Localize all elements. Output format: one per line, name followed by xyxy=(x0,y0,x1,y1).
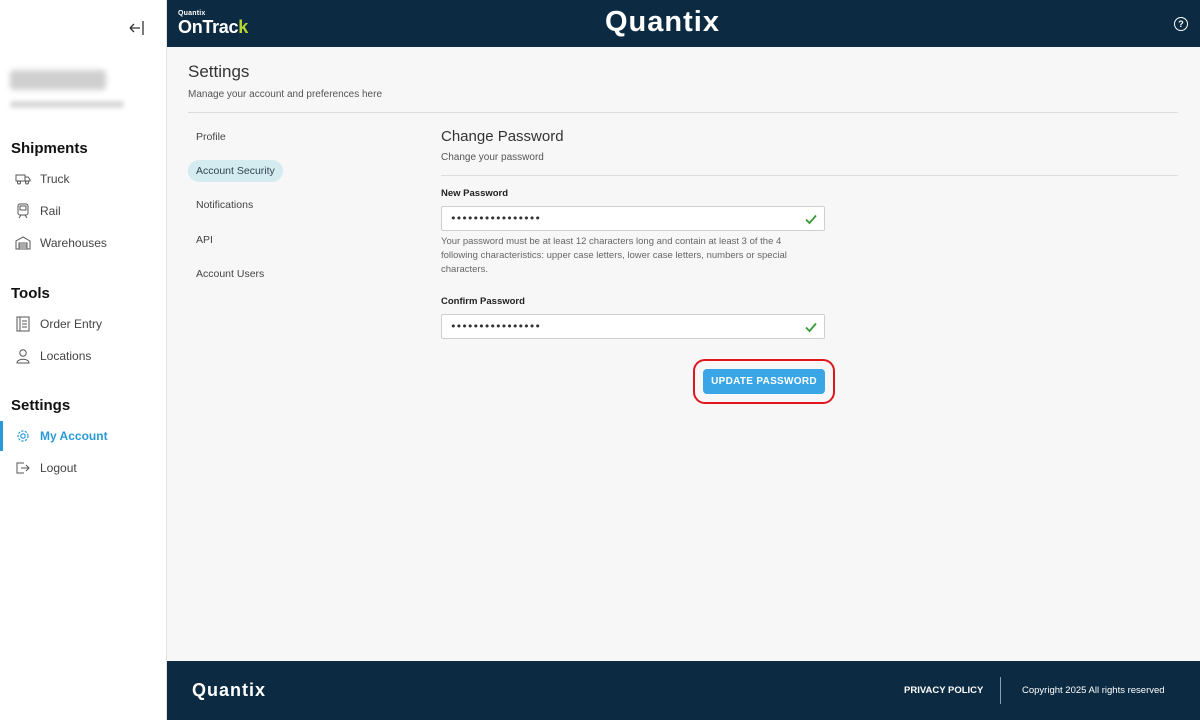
footer: Quantix PRIVACY POLICY Copyright 2025 Al… xyxy=(167,661,1200,720)
sidebar-item-label: Logout xyxy=(40,461,77,475)
sidebar-item-label: Order Entry xyxy=(40,317,103,331)
gear-icon xyxy=(15,428,31,444)
update-password-button[interactable]: UPDATE PASSWORD xyxy=(703,369,825,394)
tab-profile[interactable]: Profile xyxy=(188,126,234,148)
page-title: Settings xyxy=(188,62,250,81)
divider xyxy=(1000,677,1001,704)
logo-ontrack-accent: k xyxy=(238,17,248,37)
top-header: Quantix OnTrack Quantix ? xyxy=(167,0,1200,47)
tab-account-security[interactable]: Account Security xyxy=(188,160,283,182)
new-password-field xyxy=(441,206,825,231)
logout-icon xyxy=(15,460,31,476)
user-name-blurred xyxy=(10,70,106,90)
sidebar: Shipments Truck Rail Warehouses Tools Or… xyxy=(0,0,167,720)
check-icon xyxy=(804,320,818,334)
user-email-blurred xyxy=(10,101,124,108)
confirm-password-label: Confirm Password xyxy=(441,296,525,307)
footer-logo: Quantix xyxy=(192,680,267,700)
change-password-subtitle: Change your password xyxy=(441,152,544,163)
section-title-shipments: Shipments xyxy=(11,140,88,157)
help-icon[interactable]: ? xyxy=(1174,17,1188,31)
sidebar-item-warehouses[interactable]: Warehouses xyxy=(0,228,166,258)
order-icon xyxy=(15,316,31,332)
new-password-input[interactable] xyxy=(442,207,792,230)
logo-quantix-small: Quantix xyxy=(178,10,206,17)
collapse-sidebar-icon[interactable] xyxy=(128,18,146,38)
tab-account-users[interactable]: Account Users xyxy=(188,263,272,285)
divider xyxy=(188,112,1178,113)
logo-ontrack-text: OnTrac xyxy=(178,17,239,37)
train-icon xyxy=(15,203,31,219)
check-icon xyxy=(804,212,818,226)
sidebar-item-my-account[interactable]: My Account xyxy=(0,421,166,451)
privacy-policy-link[interactable]: PRIVACY POLICY xyxy=(904,685,983,696)
quantix-logo: Quantix xyxy=(605,6,720,38)
page-subtitle: Manage your account and preferences here xyxy=(188,89,383,100)
sidebar-item-order-entry[interactable]: Order Entry xyxy=(0,309,166,339)
person-icon xyxy=(15,348,31,364)
ontrack-logo[interactable]: Quantix OnTrack xyxy=(178,10,248,38)
sidebar-item-locations[interactable]: Locations xyxy=(0,341,166,371)
section-title-settings: Settings xyxy=(11,397,71,414)
divider xyxy=(441,175,1178,176)
new-password-label: New Password xyxy=(441,188,509,199)
tab-api[interactable]: API xyxy=(188,229,221,251)
sidebar-item-label: Rail xyxy=(40,204,61,218)
confirm-password-input[interactable] xyxy=(442,315,792,338)
sidebar-item-label: Truck xyxy=(40,172,70,186)
section-title-tools: Tools xyxy=(11,285,50,302)
sidebar-item-truck[interactable]: Truck xyxy=(0,164,166,194)
sidebar-item-label: Locations xyxy=(40,349,92,363)
sidebar-item-label: My Account xyxy=(40,429,108,443)
copyright-text: Copyright 2025 All rights reserved xyxy=(1022,685,1165,696)
sidebar-item-logout[interactable]: Logout xyxy=(0,453,166,483)
sidebar-item-rail[interactable]: Rail xyxy=(0,196,166,226)
password-requirements-hint: Your password must be at least 12 charac… xyxy=(441,236,787,275)
truck-icon xyxy=(15,171,31,187)
confirm-password-field xyxy=(441,314,825,339)
tab-notifications[interactable]: Notifications xyxy=(188,194,261,216)
warehouse-icon xyxy=(15,235,31,251)
sidebar-item-label: Warehouses xyxy=(40,236,107,250)
change-password-title: Change Password xyxy=(441,128,564,145)
